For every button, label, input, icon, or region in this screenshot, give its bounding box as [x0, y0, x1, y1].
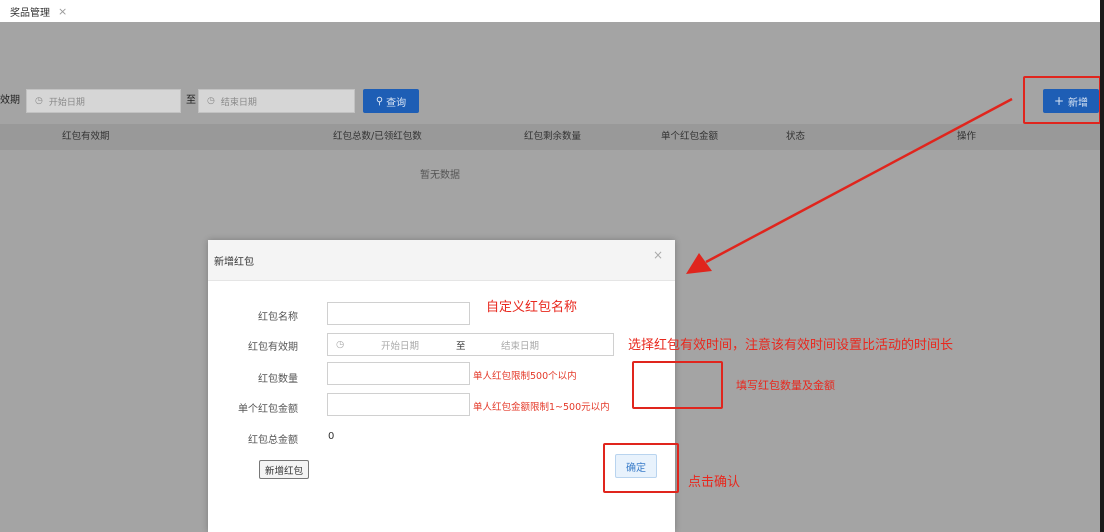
count-label: 红包数量 [258, 374, 298, 385]
dialog-header: 新增红包 × [208, 240, 675, 281]
name-label: 红包名称 [258, 312, 298, 323]
validity-label: 红包有效期 [248, 342, 298, 353]
annotation-box-count [632, 361, 723, 409]
query-label: 查询 [386, 97, 407, 109]
empty-state-text: 暂无数据 [420, 170, 460, 181]
tab-bar: 奖品管理 × [0, 0, 1100, 22]
clock-icon: ◷ [35, 96, 43, 106]
search-icon: ⚲ [375, 95, 384, 107]
range-separator: 至 [456, 340, 466, 352]
column-header: 红包总数/已领红包数 [333, 131, 422, 142]
total-label: 红包总金额 [248, 435, 298, 446]
annotation-box-confirm [603, 443, 679, 493]
column-header: 红包有效期 [62, 131, 110, 142]
amount-input[interactable] [327, 393, 470, 416]
clock-icon: ◷ [207, 96, 215, 106]
validity-date-range[interactable]: ◷ 开始日期 至 结束日期 [327, 333, 614, 356]
column-header: 状态 [786, 131, 806, 142]
filter-label: 效期 [0, 95, 20, 106]
query-button[interactable]: ⚲ 查询 [363, 89, 419, 113]
window-edge [1100, 0, 1104, 532]
start-date-placeholder: 开始日期 [48, 97, 85, 108]
tab-prize-management[interactable]: 奖品管理 × [0, 0, 82, 22]
annotation-confirm: 点击确认 [688, 475, 741, 490]
add-red-packet-button[interactable]: 新增红包 [259, 460, 309, 479]
filter-start-date-input[interactable]: ◷ 开始日期 [26, 89, 181, 113]
close-icon[interactable]: × [653, 248, 663, 262]
amount-hint: 单人红包金额限制1~500元以内 [473, 402, 610, 413]
tab-label: 奖品管理 [10, 7, 50, 19]
column-header: 操作 [957, 131, 977, 142]
table-header: 红包有效期 红包总数/已领红包数 红包剩余数量 单个红包金额 状态 操作 [0, 124, 1100, 150]
annotation-box-add [1023, 76, 1101, 124]
annotation-name: 自定义红包名称 [486, 300, 578, 315]
annotation-validity: 选择红包有效时间，注意该有效时间设置比活动的时间长 [628, 338, 954, 353]
name-input[interactable] [327, 302, 470, 325]
amount-label: 单个红包金额 [238, 404, 298, 415]
clock-icon: ◷ [336, 339, 345, 350]
dialog-title: 新增红包 [214, 257, 254, 268]
range-separator: 至 [186, 95, 196, 106]
column-header: 单个红包金额 [661, 131, 719, 142]
annotation-count: 填写红包数量及金额 [736, 379, 835, 392]
start-date-placeholder: 开始日期 [381, 340, 420, 352]
total-value: 0 [328, 431, 335, 442]
filter-end-date-input[interactable]: ◷ 结束日期 [198, 89, 355, 113]
count-hint: 单人红包限制500个以内 [473, 371, 577, 382]
count-input[interactable] [327, 362, 470, 385]
end-date-placeholder: 结束日期 [501, 340, 540, 352]
column-header: 红包剩余数量 [524, 131, 582, 142]
close-icon[interactable]: × [58, 5, 67, 18]
end-date-placeholder: 结束日期 [220, 97, 257, 108]
